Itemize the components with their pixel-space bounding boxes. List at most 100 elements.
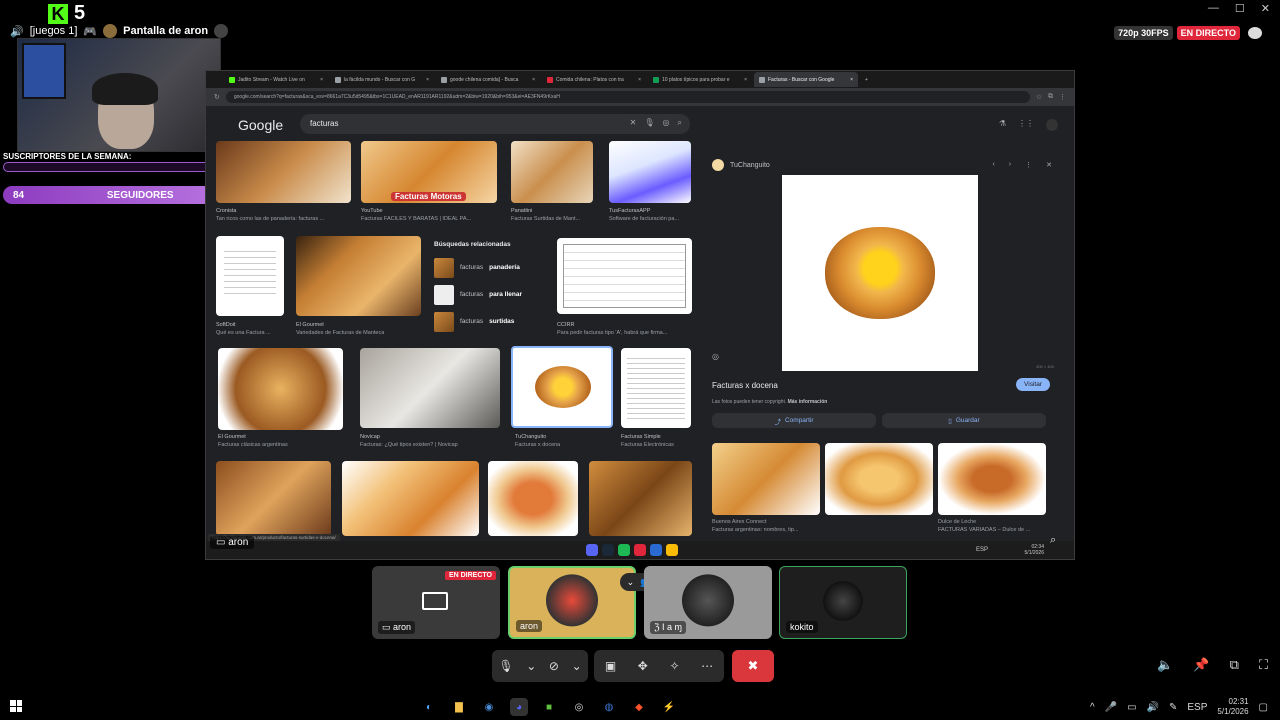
- pin-icon[interactable]: 📌: [1193, 657, 1209, 673]
- result-image[interactable]: [216, 461, 331, 536]
- browser-tab[interactable]: 10 platos típicos para probar e ×: [648, 72, 752, 87]
- screen-share-icon[interactable]: ▣: [605, 659, 616, 673]
- result-image[interactable]: [216, 141, 351, 203]
- discord-icon[interactable]: ◕: [510, 698, 528, 716]
- chevron-down-icon[interactable]: ⌄: [526, 659, 536, 673]
- result-caption[interactable]: Panattini Facturas Surtidas de Mant...: [511, 207, 580, 223]
- tab-close-icon[interactable]: ×: [426, 77, 429, 83]
- apps-icon[interactable]: ⋮⋮: [1018, 119, 1034, 131]
- result-caption[interactable]: YouTube Facturas FACILES Y BARATAS | IDEA…: [361, 207, 471, 223]
- fullscreen-icon[interactable]: ⛶: [1259, 657, 1268, 673]
- tab-close-icon[interactable]: ×: [850, 77, 853, 83]
- maximize-icon[interactable]: ☐: [1235, 2, 1245, 15]
- new-tab-button[interactable]: +: [860, 72, 874, 87]
- participant-tile[interactable]: ℨ I a ɱ: [644, 566, 772, 639]
- activities-icon[interactable]: ✥: [638, 659, 648, 673]
- result-image[interactable]: [511, 141, 593, 203]
- result-caption[interactable]: SoftDoit Qué es una Factura ...: [216, 321, 271, 337]
- obs-icon[interactable]: ◎: [570, 698, 588, 716]
- minecraft-icon[interactable]: ■: [540, 698, 558, 716]
- related-caption[interactable]: Buenos Aires Connect Facturas argentinas:…: [712, 518, 799, 534]
- result-caption[interactable]: TuChanguito Facturas x docena: [515, 433, 560, 449]
- search-input[interactable]: facturas ✕ 🎙 ◎ ⌕: [300, 114, 690, 134]
- chat-icon[interactable]: [1248, 27, 1262, 39]
- result-caption[interactable]: Novicap Facturas: ¿Qué tipos existen? | N…: [360, 433, 458, 449]
- system-clock[interactable]: 02:31 5/1/2026: [1217, 697, 1248, 717]
- brave-icon[interactable]: ◆: [630, 698, 648, 716]
- minimize-icon[interactable]: —: [1208, 2, 1219, 15]
- related-image[interactable]: [712, 443, 820, 515]
- result-image[interactable]: [216, 236, 284, 316]
- windows-start-icon[interactable]: [10, 700, 22, 712]
- browser-tab[interactable]: Comida chilena: Platos con tra ×: [542, 72, 646, 87]
- volume-icon[interactable]: 🔊: [1147, 702, 1159, 713]
- steam-icon[interactable]: ◉: [480, 698, 498, 716]
- result-caption[interactable]: Facturas Simple Facturas Electrónicas: [621, 433, 674, 449]
- preview-image[interactable]: ◎ 400 × 400: [712, 175, 1054, 371]
- visit-button[interactable]: Visitar: [1016, 378, 1050, 391]
- related-item[interactable]: facturas para llenar: [434, 281, 554, 308]
- account-avatar[interactable]: [1046, 119, 1058, 131]
- result-image[interactable]: [218, 348, 343, 430]
- result-caption[interactable]: TusFacturasAPP Software de facturación pa…: [609, 207, 679, 223]
- mic-icon[interactable]: 🎙: [644, 118, 654, 128]
- lens-icon[interactable]: ◎: [712, 352, 719, 361]
- copilot-icon[interactable]: ◐: [420, 698, 438, 716]
- chevron-down-icon[interactable]: ⌄: [572, 659, 582, 673]
- panel-site[interactable]: TuChanguito: [730, 162, 770, 169]
- zoom-icon[interactable]: ⌕: [1050, 534, 1056, 547]
- pen-icon[interactable]: ✎: [1169, 702, 1177, 713]
- result-caption[interactable]: El Gourmet Variedades de Facturas de Mant…: [296, 321, 384, 337]
- extensions-icon[interactable]: ⧉: [1048, 93, 1053, 101]
- notification-icon[interactable]: ▢: [1259, 702, 1268, 713]
- browser-tab-active[interactable]: Facturas - Buscar con Google ×: [754, 72, 858, 87]
- chevron-down-icon[interactable]: ⌄: [627, 577, 635, 588]
- volume-icon[interactable]: 🔈: [1157, 657, 1173, 673]
- star-icon[interactable]: ☆: [1036, 93, 1042, 101]
- camera-off-icon[interactable]: ⊘: [549, 659, 559, 673]
- clear-icon[interactable]: ✕: [630, 118, 637, 128]
- more-icon[interactable]: ⋯: [701, 659, 713, 673]
- browser-tab[interactable]: goode chilena comida] - Busca ×: [436, 72, 540, 87]
- prev-icon[interactable]: ‹: [992, 161, 994, 169]
- result-image[interactable]: [589, 461, 692, 536]
- close-icon[interactable]: ✕: [1046, 161, 1052, 169]
- result-image[interactable]: [342, 461, 479, 536]
- result-image[interactable]: [621, 348, 691, 428]
- close-icon[interactable]: ✕: [1261, 2, 1270, 15]
- result-image[interactable]: [557, 238, 692, 314]
- participant-tile[interactable]: kokito: [779, 566, 907, 639]
- related-image[interactable]: [938, 443, 1046, 515]
- url-field[interactable]: google.com/search?q=facturas&sca_esv=866…: [225, 91, 1030, 103]
- menu-icon[interactable]: ⋮: [1059, 93, 1066, 101]
- share-button[interactable]: ⤴ Compartir: [712, 413, 876, 428]
- search-icon[interactable]: ⌕: [678, 118, 682, 128]
- tab-close-icon[interactable]: ×: [744, 77, 747, 83]
- result-caption[interactable]: El Gourmet Facturas clásicas argentinas: [218, 433, 288, 449]
- language-indicator[interactable]: ESP: [1187, 702, 1207, 713]
- related-caption[interactable]: Dulce de Leche FACTURAS VARIADAS – Dulce …: [938, 518, 1030, 534]
- reload-icon[interactable]: ↻: [214, 93, 220, 101]
- result-image[interactable]: [296, 236, 421, 316]
- labs-icon[interactable]: ⚗: [999, 119, 1006, 131]
- more-icon[interactable]: ⋮: [1025, 161, 1032, 169]
- result-caption[interactable]: CCIRR Para pedir facturas tipo 'A', habrá…: [557, 321, 667, 337]
- result-image[interactable]: Facturas Motoras: [361, 141, 497, 203]
- next-icon[interactable]: ›: [1009, 161, 1011, 169]
- save-button[interactable]: ▯ Guardar: [882, 413, 1046, 428]
- more-info-link[interactable]: Más información: [788, 399, 828, 405]
- popout-icon[interactable]: ⧉: [1230, 657, 1239, 673]
- result-image[interactable]: [360, 348, 500, 428]
- microphone-icon[interactable]: 🎙: [498, 659, 513, 673]
- result-image[interactable]: [488, 461, 578, 536]
- result-caption[interactable]: Cronista Tan ricos como las de panadería:…: [216, 207, 324, 223]
- file-explorer-icon[interactable]: ▇: [450, 698, 468, 716]
- participant-tile[interactable]: EN DIRECTO ▭ aron: [372, 566, 500, 639]
- result-image[interactable]: [609, 141, 691, 203]
- browser-tab[interactable]: la fàcilda mundo - Buscar con G ×: [330, 72, 434, 87]
- result-image-selected[interactable]: [511, 346, 613, 428]
- chevron-up-icon[interactable]: ^: [1090, 702, 1095, 713]
- tab-close-icon[interactable]: ×: [532, 77, 535, 83]
- speaker-icon[interactable]: 🔊: [10, 25, 24, 38]
- related-image[interactable]: [825, 443, 933, 515]
